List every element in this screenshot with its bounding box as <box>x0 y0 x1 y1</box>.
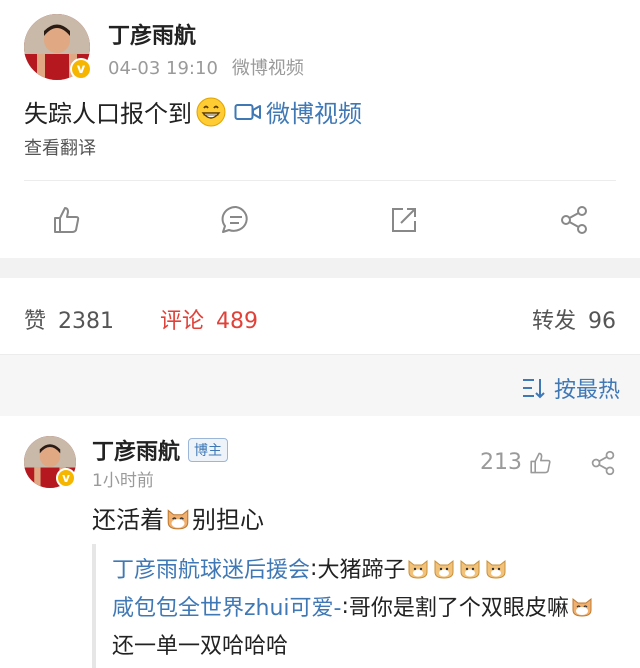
reply-item[interactable]: 还一单一双哈哈哈 <box>112 628 288 660</box>
doge-emoji-icon <box>408 559 428 579</box>
reply-item[interactable]: 咸包包全世界zhui可爱-: 哥你是割了个双眼皮嘛 <box>112 590 595 622</box>
comment-button[interactable] <box>214 198 258 242</box>
reply-text: 大猪蹄子 <box>317 558 406 583</box>
section-gap <box>0 258 640 278</box>
post-divider <box>24 180 616 181</box>
post-source: 微博视频 <box>231 58 304 79</box>
tab-comments[interactable]: 评论 489 <box>160 303 258 335</box>
likes-count: 2381 <box>58 309 115 334</box>
post-author-name[interactable]: 丁彦雨航 <box>108 18 196 50</box>
comment-icon <box>221 205 248 233</box>
verified-badge-icon: v <box>70 58 92 80</box>
comment-text-before: 还活着 <box>92 506 164 534</box>
reply-text: 哥你是割了个双眼皮嘛 <box>348 596 569 621</box>
post-time: 04-03 19:10 <box>108 58 218 79</box>
doge-emoji-icon <box>460 559 480 579</box>
comment-text-after: 别担心 <box>192 506 264 534</box>
share-icon <box>561 206 587 234</box>
doge-emoji-icon <box>434 559 454 579</box>
comments-count: 489 <box>216 309 259 334</box>
reposts-label: 转发 <box>532 309 577 334</box>
reply-user[interactable]: 丁彦雨航球迷后援会 <box>112 552 310 584</box>
reply-item[interactable]: 丁彦雨航球迷后援会: 大猪蹄子 <box>112 552 509 584</box>
like-button[interactable] <box>44 198 88 242</box>
post-text: 失踪人口报个到 微博视频 <box>24 94 362 129</box>
sort-label: 按最热 <box>553 378 620 403</box>
comment-share-button[interactable] <box>590 450 616 480</box>
comment-author[interactable]: 丁彦雨航 博主 <box>92 434 229 466</box>
grin-emoji-icon <box>196 97 226 126</box>
sort-icon <box>522 379 545 399</box>
like-icon <box>54 207 80 233</box>
translate-link[interactable]: 查看翻译 <box>24 134 96 160</box>
tab-likes[interactable]: 赞 2381 <box>24 303 114 335</box>
comments-label: 评论 <box>160 309 205 334</box>
doge-emoji-icon <box>486 559 506 579</box>
comment-time: 1小时前 <box>92 471 154 491</box>
comment-text: 还活着 别担心 <box>92 500 264 535</box>
reply-user[interactable]: 咸包包全世界zhui可爱- <box>112 590 342 622</box>
post-meta: 04-03 19:10 微博视频 <box>108 54 304 80</box>
tab-reposts[interactable]: 转发 96 <box>532 303 616 335</box>
repost-icon <box>392 208 416 232</box>
share-icon <box>591 450 615 476</box>
reply-colon: : <box>341 593 349 619</box>
video-link-label: 微博视频 <box>266 100 362 128</box>
cat-emoji-icon <box>572 597 592 617</box>
comment-author-name: 丁彦雨航 <box>92 440 181 465</box>
repost-button[interactable] <box>382 198 426 242</box>
thumbs-up-icon <box>530 452 551 473</box>
blogger-badge: 博主 <box>188 438 229 462</box>
cat-emoji-icon <box>167 508 189 529</box>
comment-like-button[interactable]: 213 <box>480 450 552 475</box>
video-camera-icon <box>234 103 261 120</box>
video-link[interactable]: 微博视频 <box>234 94 362 129</box>
likes-label: 赞 <box>24 309 47 334</box>
share-button[interactable] <box>552 198 596 242</box>
reply-text: 还一单一双哈哈哈 <box>112 634 289 659</box>
comment-verified-badge-icon: v <box>56 468 76 488</box>
post-text-content: 失踪人口报个到 <box>24 100 192 128</box>
comment-like-count: 213 <box>480 450 522 475</box>
sort-button[interactable]: 按最热 <box>522 372 620 404</box>
reposts-count: 96 <box>588 309 617 334</box>
reply-colon: : <box>310 555 318 581</box>
